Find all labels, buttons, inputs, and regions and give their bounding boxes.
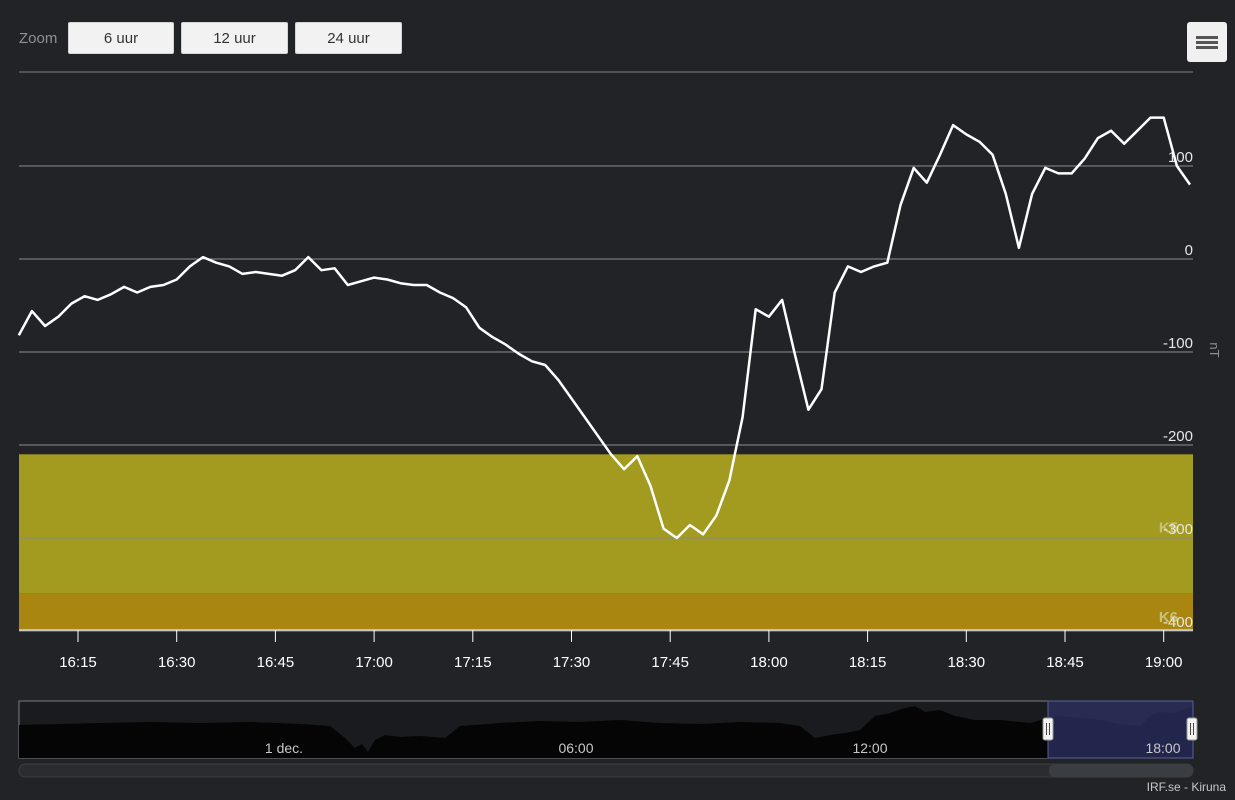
navigator-label: 1 dec. (265, 740, 303, 756)
scrollbar-thumb[interactable] (1049, 764, 1193, 777)
x-tick-label: 18:00 (750, 654, 788, 671)
x-tick-label: 16:15 (59, 654, 97, 671)
navigator-label: 18:00 (1145, 740, 1180, 756)
y-tick-label: -300 (1163, 521, 1193, 538)
x-tick-label: 17:30 (553, 654, 591, 671)
x-tick-label: 19:00 (1145, 654, 1183, 671)
navigator-handle-left[interactable] (1042, 717, 1054, 741)
chart-svg: K5K61000-100-200-300-400nT16:15 16:30 16:4… (17, 71, 1222, 778)
y-axis-title: nT (1207, 342, 1222, 357)
x-tick-label: 16:45 (257, 654, 295, 671)
y-tick-label: -200 (1163, 428, 1193, 445)
x-tick-label: 16:30 (158, 654, 196, 671)
x-tick-label: 17:00 (355, 654, 393, 671)
x-tick-label: 18:30 (948, 654, 986, 671)
credits-link[interactable]: IRF.se - Kiruna (1147, 780, 1226, 794)
x-tick-label: 18:45 (1046, 654, 1084, 671)
x-tick-label: 18:15 (849, 654, 887, 671)
y-tick-label: -400 (1163, 614, 1193, 631)
x-tick-label: 17:45 (651, 654, 689, 671)
y-tick-label: 0 (1185, 242, 1193, 259)
y-tick-label: -100 (1163, 335, 1193, 352)
navigator-handle-right[interactable] (1186, 717, 1198, 741)
scrollbar-track[interactable] (18, 763, 1194, 778)
plot-band-k5 (19, 454, 1193, 594)
navigator-label: 06:00 (558, 740, 593, 756)
navigator-label: 12:00 (852, 740, 887, 756)
plot-band-k6 (19, 593, 1193, 630)
x-tick-label: 17:15 (454, 654, 492, 671)
